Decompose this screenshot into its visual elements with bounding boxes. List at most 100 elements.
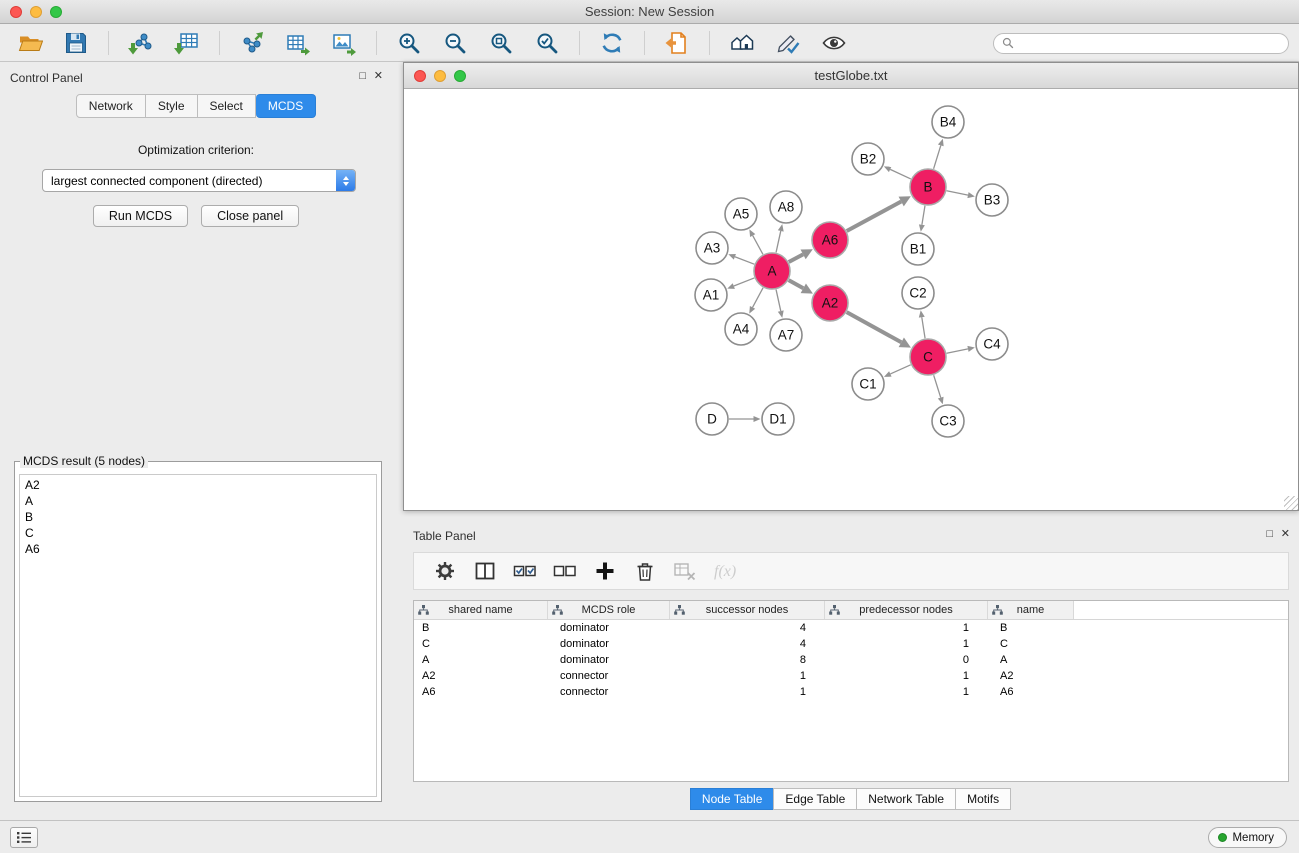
node-C4[interactable]: C4 (976, 328, 1008, 360)
node-B4[interactable]: B4 (932, 106, 964, 138)
edge-A-A1[interactable] (734, 278, 755, 286)
annotation-pen-button[interactable] (768, 28, 808, 58)
tab-motifs[interactable]: Motifs (955, 788, 1011, 810)
edge-B-B1[interactable] (922, 206, 925, 225)
node-C3[interactable]: C3 (932, 405, 964, 437)
network-canvas[interactable]: A A1 A2 A3 A4 A5 A6 A7 A8 B B1 B2 B3 B4 C C1 C2 C3 C4 D D1 (404, 90, 1298, 510)
run-mcds-button[interactable]: Run MCDS (93, 205, 188, 227)
table-row[interactable]: A2connector11A2 (414, 668, 1288, 684)
export-table-button[interactable] (278, 28, 318, 58)
export-network-button[interactable] (232, 28, 272, 58)
columns-button[interactable] (472, 558, 498, 584)
edge-A-A6[interactable] (789, 254, 803, 262)
apply-layout-refresh-button[interactable] (592, 28, 632, 58)
edge-C-C3[interactable] (934, 375, 941, 397)
tab-node-table[interactable]: Node Table (690, 788, 775, 810)
import-network-button[interactable] (121, 28, 161, 58)
node-A7[interactable]: A7 (770, 319, 802, 351)
export-image-button[interactable] (324, 28, 364, 58)
node-C1[interactable]: C1 (852, 368, 884, 400)
edge-A-A8[interactable] (776, 231, 781, 253)
tab-network-table[interactable]: Network Table (856, 788, 956, 810)
gear-button[interactable] (432, 558, 458, 584)
zoom-out-button[interactable] (435, 28, 475, 58)
tab-edge-table[interactable]: Edge Table (773, 788, 857, 810)
node-A1[interactable]: A1 (695, 279, 727, 311)
open-file-button[interactable] (10, 28, 50, 58)
mcds-result-item[interactable]: A (20, 493, 376, 509)
mcds-result-list[interactable]: A2ABCA6 (19, 474, 377, 797)
edge-C-C1[interactable] (890, 365, 910, 374)
network-minimize-button[interactable] (434, 70, 446, 82)
resize-grip-icon[interactable] (1284, 496, 1298, 510)
edge-A2-C[interactable] (847, 312, 902, 342)
network-graph-svg[interactable]: A A1 A2 A3 A4 A5 A6 A7 A8 B B1 B2 B3 B4 C C1 C2 C3 C4 D D1 (404, 90, 1298, 510)
add-row-button[interactable] (592, 558, 618, 584)
edge-B-B3[interactable] (947, 191, 968, 195)
search-input[interactable] (1019, 36, 1280, 50)
table-row[interactable]: Adominator80A (414, 652, 1288, 668)
select-all-button[interactable] (512, 558, 538, 584)
save-session-button[interactable] (56, 28, 96, 58)
show-panels-button[interactable] (10, 827, 38, 848)
node-A4[interactable]: A4 (725, 313, 757, 345)
edge-A-A7[interactable] (776, 290, 781, 312)
column-header-mcds-role[interactable]: MCDS role (548, 601, 670, 619)
network-close-button[interactable] (414, 70, 426, 82)
tab-network[interactable]: Network (76, 94, 146, 118)
edge-A6-B[interactable] (847, 202, 901, 231)
zoom-in-button[interactable] (389, 28, 429, 58)
node-A6[interactable]: A6 (812, 222, 848, 258)
minimize-window-button[interactable] (30, 6, 42, 18)
node-A8[interactable]: A8 (770, 191, 802, 223)
edge-B-B2[interactable] (890, 169, 911, 179)
node-B[interactable]: B (910, 169, 946, 205)
node-B1[interactable]: B1 (902, 233, 934, 265)
memory-button[interactable]: Memory (1208, 827, 1287, 848)
node-D1[interactable]: D1 (762, 403, 794, 435)
edge-C-C2[interactable] (922, 317, 925, 338)
close-window-button[interactable] (10, 6, 22, 18)
node-A2[interactable]: A2 (812, 285, 848, 321)
mcds-result-item[interactable]: B (20, 509, 376, 525)
table-row[interactable]: Bdominator41B (414, 620, 1288, 636)
zoom-window-button[interactable] (50, 6, 62, 18)
first-neighbors-button[interactable] (722, 28, 762, 58)
dropdown-stepper-icon[interactable] (336, 170, 355, 191)
search-box[interactable] (993, 33, 1289, 54)
edge-A-A2[interactable] (789, 280, 804, 288)
show-hide-eye-button[interactable] (814, 28, 854, 58)
import-table-button[interactable] (167, 28, 207, 58)
table-float-panel-icon[interactable]: □ (1266, 528, 1273, 540)
edge-A-A5[interactable] (753, 236, 763, 255)
edge-A-A3[interactable] (735, 257, 754, 264)
node-B2[interactable]: B2 (852, 143, 884, 175)
edge-C-C4[interactable] (947, 349, 968, 353)
node-C[interactable]: C (910, 339, 946, 375)
column-header-name[interactable]: name (988, 601, 1074, 619)
close-panel-icon[interactable]: ✕ (374, 70, 383, 82)
node-D[interactable]: D (696, 403, 728, 435)
node-C2[interactable]: C2 (902, 277, 934, 309)
export-document-button[interactable] (657, 28, 697, 58)
column-header-predecessor-nodes[interactable]: predecessor nodes (825, 601, 988, 619)
node-A[interactable]: A (754, 253, 790, 289)
close-panel-button[interactable]: Close panel (201, 205, 299, 227)
mcds-result-item[interactable]: A2 (20, 477, 376, 493)
network-zoom-button[interactable] (454, 70, 466, 82)
zoom-fit-button[interactable] (481, 28, 521, 58)
node-A5[interactable]: A5 (725, 198, 757, 230)
column-header-shared-name[interactable]: shared name (414, 601, 548, 619)
deselect-all-button[interactable] (552, 558, 578, 584)
node-B3[interactable]: B3 (976, 184, 1008, 216)
node-A3[interactable]: A3 (696, 232, 728, 264)
mcds-result-item[interactable]: C (20, 525, 376, 541)
table-close-panel-icon[interactable]: ✕ (1281, 528, 1290, 540)
mcds-result-item[interactable]: A6 (20, 541, 376, 557)
tab-select[interactable]: Select (198, 94, 256, 118)
delete-row-button[interactable] (632, 558, 658, 584)
table-row[interactable]: Cdominator41C (414, 636, 1288, 652)
tab-style[interactable]: Style (146, 94, 198, 118)
column-header-successor-nodes[interactable]: successor nodes (670, 601, 825, 619)
tab-mcds[interactable]: MCDS (256, 94, 316, 118)
